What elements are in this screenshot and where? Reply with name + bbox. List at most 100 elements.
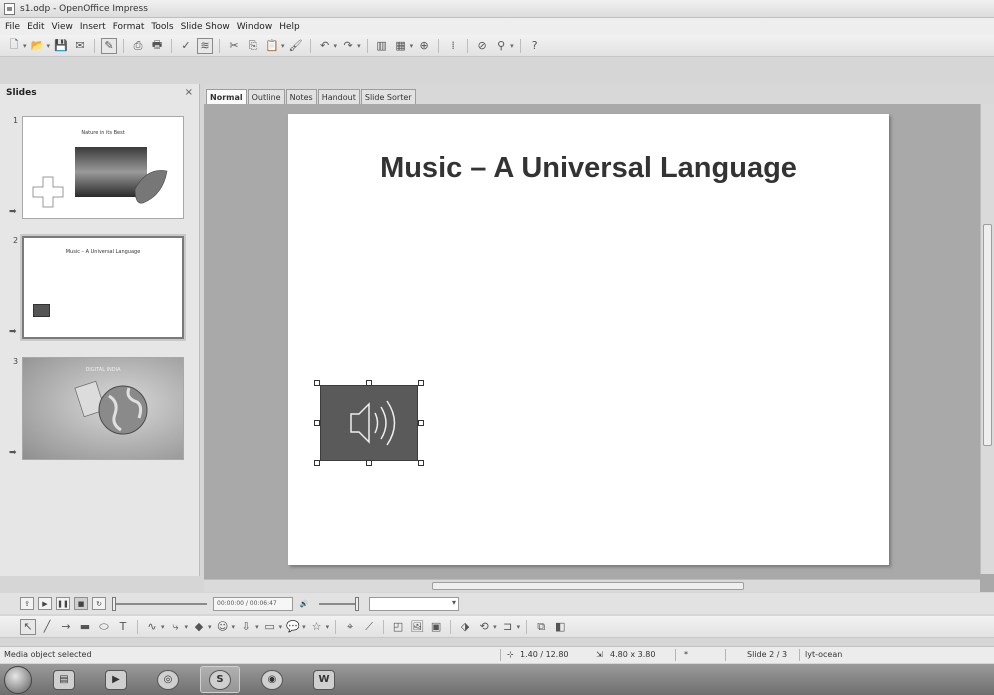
resize-handle[interactable] [314,460,320,466]
select-arrow-icon[interactable]: ↖ [20,618,36,635]
copy-icon[interactable]: ⎘ [245,38,261,54]
taskbar-chrome[interactable]: ◉ [252,666,292,693]
text-icon[interactable]: T [115,619,131,635]
mute-icon[interactable]: 🔊 [297,597,311,610]
menu-insert[interactable]: Insert [80,22,106,32]
table-dropdown-icon[interactable]: ▾ [410,42,414,50]
alignment-dropdown-icon[interactable]: ▾ [517,623,521,631]
fontwork-icon[interactable]: ◰ [390,619,406,635]
menu-format[interactable]: Format [113,22,145,32]
points-icon[interactable]: ⌖ [342,619,358,635]
menu-help[interactable]: Help [279,22,300,32]
document-modified-icon[interactable]: * [684,650,688,659]
symbol-shapes-icon[interactable]: ☺ [215,619,231,635]
position-slider[interactable] [112,596,207,611]
hyperlink-icon[interactable]: ⊕ [416,38,432,54]
taskbar-openoffice[interactable]: S [200,666,240,693]
help-icon[interactable]: ? [527,38,543,54]
resize-handle[interactable] [314,380,320,386]
slide-edit-area[interactable]: Normal Outline Notes Handout Slide Sorte… [204,84,994,592]
connector-icon[interactable]: ⤷ [168,619,184,635]
resize-handle[interactable] [418,380,424,386]
display-grid-icon[interactable]: ⁞ [445,38,461,54]
horizontal-scroll-thumb[interactable] [432,582,744,590]
stars-dropdown-icon[interactable]: ▾ [326,623,330,631]
flowchart-dropdown-icon[interactable]: ▾ [279,623,283,631]
slide-title[interactable]: Music – A Universal Language [288,152,889,185]
open-dropdown-icon[interactable]: ▾ [47,42,51,50]
cut-icon[interactable]: ✂ [226,38,242,54]
resize-handle[interactable] [366,460,372,466]
menu-edit[interactable]: Edit [27,22,44,32]
tab-normal[interactable]: Normal [206,89,247,104]
menu-tools[interactable]: Tools [151,22,173,32]
resize-handle[interactable] [366,380,372,386]
start-button-icon[interactable] [4,665,32,694]
alignment-icon[interactable]: ⊐ [500,619,516,635]
transformations-dropdown-icon[interactable]: ▾ [493,623,497,631]
symbol-shapes-dropdown-icon[interactable]: ▾ [232,623,236,631]
media-zoom-select[interactable] [369,596,459,611]
menu-file[interactable]: File [5,22,20,32]
connector-dropdown-icon[interactable]: ▾ [185,623,189,631]
play-icon[interactable]: ▶ [38,597,52,610]
paste-dropdown-icon[interactable]: ▾ [281,42,285,50]
paste-icon[interactable]: 📋 [264,38,280,54]
table-icon[interactable]: ▦ [393,38,409,54]
open-icon[interactable]: 📂 [30,38,46,54]
vertical-scroll-thumb[interactable] [983,224,992,446]
tab-outline[interactable]: Outline [247,89,285,104]
undo-icon[interactable]: ↶ [317,38,333,54]
shadow-icon[interactable]: ◧ [552,619,568,635]
email-icon[interactable]: ✉ [72,38,88,54]
insert-media-icon[interactable]: ⇪ [20,597,34,610]
clone-formatting-icon[interactable]: 🖌 [288,38,304,54]
slide-thumbnail-1[interactable]: Nature in its Best [22,116,184,219]
position-slider-knob[interactable] [112,596,116,611]
stars-icon[interactable]: ☆ [309,619,325,635]
curve-icon[interactable]: ∿ [144,619,160,635]
save-icon[interactable]: 💾 [53,38,69,54]
menu-slide-show[interactable]: Slide Show [181,22,230,32]
chart-icon[interactable]: ▥ [374,38,390,54]
ellipse-icon[interactable]: ⬭ [96,619,112,635]
rectangle-icon[interactable]: ▬ [77,619,93,635]
transformations-icon[interactable]: ⟲ [476,619,492,635]
media-object[interactable] [320,385,418,461]
vertical-scrollbar[interactable] [980,104,994,574]
glue-points-icon[interactable]: ⟋ [361,619,377,635]
taskbar-browser[interactable]: ◎ [148,666,188,693]
redo-icon[interactable]: ↷ [340,38,356,54]
horizontal-scrollbar[interactable] [204,579,980,592]
taskbar-media-player[interactable]: ▶ [96,666,136,693]
spellcheck-icon[interactable]: ✓ [178,38,194,54]
block-arrows-dropdown-icon[interactable]: ▾ [255,623,259,631]
block-arrows-icon[interactable]: ⇩ [238,619,254,635]
callouts-icon[interactable]: 💬 [285,619,301,635]
taskbar-word[interactable]: W [304,666,344,693]
pause-icon[interactable]: ❚❚ [56,597,70,610]
new-document-icon[interactable]: 🗋 [6,38,22,54]
edit-file-icon[interactable]: ✎ [101,37,118,54]
autospellcheck-icon[interactable]: ≋ [197,37,214,54]
navigator-icon[interactable]: ⊘ [474,38,490,54]
gallery-icon[interactable]: ▣ [428,619,444,635]
export-pdf-icon[interactable]: ⎙ [130,38,146,54]
tab-notes[interactable]: Notes [285,89,317,104]
extrusion-icon[interactable]: ⬗ [457,619,473,635]
tab-slide-sorter[interactable]: Slide Sorter [360,89,416,104]
line-arrow-icon[interactable]: → [58,619,74,635]
menu-window[interactable]: Window [237,22,273,32]
resize-handle[interactable] [418,420,424,426]
from-file-icon[interactable]: 🖼 [409,619,425,635]
undo-dropdown-icon[interactable]: ▾ [334,42,338,50]
volume-slider-knob[interactable] [355,596,359,611]
flowchart-icon[interactable]: ▭ [262,619,278,635]
line-icon[interactable]: ╱ [39,619,55,635]
repeat-icon[interactable]: ↻ [92,597,106,610]
slide-thumbnail-2[interactable]: Music – A Universal Language [22,236,184,339]
resize-handle[interactable] [314,420,320,426]
arrange-icon[interactable]: ⧉ [533,619,549,635]
slide-thumbnail-3[interactable]: DIGITAL INDIA [22,357,184,460]
volume-slider[interactable] [319,596,359,611]
